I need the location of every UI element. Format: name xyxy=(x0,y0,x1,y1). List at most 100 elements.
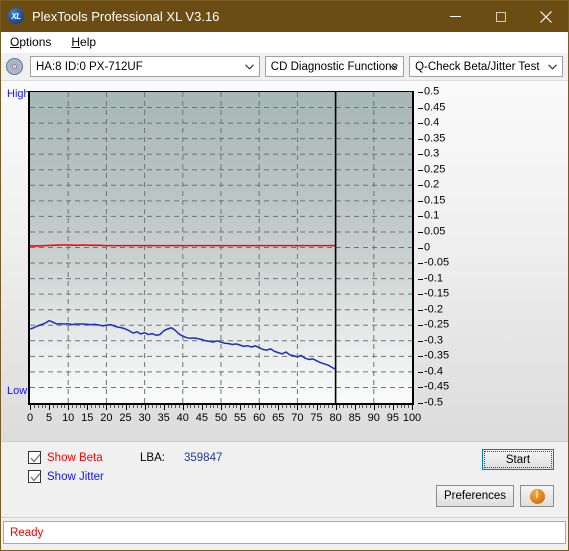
y-axis-tick xyxy=(418,263,423,265)
x-axis-tick-label: 45 xyxy=(195,412,209,424)
x-axis-minor-tick xyxy=(293,405,295,408)
x-axis-minor-tick xyxy=(114,405,115,408)
x-axis-minor-tick xyxy=(72,405,73,408)
maximize-icon[interactable] xyxy=(478,1,523,32)
drive-select[interactable]: HA:8 ID:0 PX-712UF xyxy=(30,56,260,77)
y-axis-tick-label: -0.4 xyxy=(424,365,443,378)
y-axis-tick xyxy=(418,294,423,296)
x-axis-minor-tick xyxy=(83,405,85,408)
x-axis-minor-tick xyxy=(129,405,131,408)
x-axis-tick-label: 65 xyxy=(272,412,285,424)
x-axis-minor-tick xyxy=(312,405,314,408)
x-axis-minor-tick xyxy=(140,405,142,408)
menu-item-help[interactable]: Help xyxy=(69,34,98,50)
x-axis-minor-tick xyxy=(320,405,322,408)
x-axis-minor-tick xyxy=(251,405,253,408)
x-axis-labels: 0 5 10 15 20 25 30 35 40 45 50 55 60 65 70 75 80 85 90 95 10… xyxy=(26,405,421,435)
info-button[interactable]: i xyxy=(520,485,554,507)
x-axis-tick xyxy=(316,405,318,410)
x-axis-minor-tick xyxy=(37,405,39,408)
x-axis-tick-label: 60 xyxy=(253,412,266,424)
y-axis-tick xyxy=(418,200,423,202)
plot-area[interactable] xyxy=(28,91,414,405)
show-jitter-row[interactable]: Show Jitter xyxy=(28,470,104,483)
x-axis-minor-tick xyxy=(285,405,287,408)
x-axis-minor-tick xyxy=(404,405,406,408)
x-axis-minor-tick xyxy=(41,405,43,408)
y-axis-tick xyxy=(418,232,423,233)
drive-select-value: HA:8 ID:0 PX-712UF xyxy=(36,60,143,73)
x-axis-minor-tick xyxy=(56,405,58,408)
y-axis-tick-label: -0.2 xyxy=(424,303,443,316)
y-axis-tick xyxy=(418,123,423,125)
show-beta-row[interactable]: Show Beta xyxy=(28,451,103,464)
x-axis-minor-tick xyxy=(75,405,77,408)
x-axis-minor-tick xyxy=(328,405,329,408)
y-axis-tick xyxy=(418,309,423,311)
x-axis-minor-tick xyxy=(45,405,47,408)
menu-item-options[interactable]: Options xyxy=(8,34,53,50)
x-axis-tick-label: 70 xyxy=(291,412,304,424)
show-beta-label: Show Beta xyxy=(47,451,103,464)
x-axis-minor-tick xyxy=(91,405,93,408)
status-bar: Ready xyxy=(3,521,566,544)
x-axis-minor-tick xyxy=(324,405,326,408)
x-axis-minor-tick xyxy=(167,405,169,408)
show-beta-checkbox[interactable] xyxy=(28,451,41,464)
x-axis-minor-tick xyxy=(175,405,177,408)
y-axis-tick-label: 0.05 xyxy=(424,225,446,238)
function-select[interactable]: CD Diagnostic Functions xyxy=(264,56,405,77)
menu-options-rest: ptions xyxy=(19,35,52,49)
x-axis-minor-tick xyxy=(247,405,249,408)
x-axis-minor-tick xyxy=(190,405,192,408)
preferences-button-label: Preferences xyxy=(443,490,506,502)
x-axis-minor-tick xyxy=(358,405,360,408)
y-axis-labels: 0.5 0.45 0.4 0.35 0.3 0.25 0.2 0.15 0.1 0.05 0 -0.0… xyxy=(418,86,464,408)
y-axis-tick-label: -0.15 xyxy=(424,287,450,300)
x-axis-minor-tick xyxy=(370,405,371,408)
x-axis-minor-tick xyxy=(33,405,35,408)
preferences-button[interactable]: Preferences xyxy=(436,485,514,507)
x-axis-tick-label: 90 xyxy=(367,412,380,424)
title-bar: XL PlexTools Professional XL V3.16 xyxy=(1,1,568,32)
x-axis-minor-tick xyxy=(52,405,54,408)
y-axis-tick xyxy=(418,247,423,249)
x-axis-minor-tick xyxy=(362,405,364,408)
y-axis-tick xyxy=(418,185,423,187)
menu-help-rest: elp xyxy=(80,35,97,49)
x-axis-minor-tick xyxy=(156,405,158,408)
close-icon[interactable] xyxy=(523,1,568,32)
app-icon: XL xyxy=(8,8,24,24)
test-select-value: Q-Check Beta/Jitter Test xyxy=(415,60,540,73)
x-axis-minor-tick xyxy=(186,405,188,408)
x-axis-minor-tick xyxy=(289,405,291,408)
test-select[interactable]: Q-Check Beta/Jitter Test xyxy=(409,56,563,77)
start-button[interactable]: Start xyxy=(482,449,554,470)
minimize-icon[interactable] xyxy=(433,1,478,32)
x-axis-minor-tick xyxy=(171,405,173,408)
y-axis-tick-label: -0.45 xyxy=(424,380,450,393)
y-axis-tick-label: -0.3 xyxy=(424,334,443,347)
y-axis-tick-label: 0.25 xyxy=(424,163,446,176)
controls-panel: Show Beta Show Jitter LBA: 359847 Start … xyxy=(1,442,568,518)
x-axis-minor-tick xyxy=(79,405,81,408)
x-axis-tick-label: 0 xyxy=(26,412,34,424)
x-axis-tick xyxy=(412,405,413,410)
x-axis-tick xyxy=(68,405,70,410)
x-axis-minor-tick xyxy=(217,405,219,408)
x-axis-tick xyxy=(373,405,375,410)
x-axis-minor-tick xyxy=(121,405,123,408)
x-axis-tick-label: 95 xyxy=(386,412,400,424)
x-axis-minor-tick xyxy=(137,405,138,408)
x-axis-tick xyxy=(163,405,165,410)
x-axis-tick xyxy=(354,405,356,410)
y-axis-tick-label: -0.35 xyxy=(424,349,450,362)
show-jitter-checkbox[interactable] xyxy=(28,470,41,483)
x-axis-minor-tick xyxy=(133,405,135,408)
disc-icon xyxy=(6,58,23,75)
x-axis-minor-tick xyxy=(274,405,276,408)
y-axis-tick-label: -0.1 xyxy=(424,272,443,285)
lba-value: 359847 xyxy=(184,452,223,464)
y-axis-tick-label: -0.25 xyxy=(424,318,450,331)
plot-canvas xyxy=(28,91,414,405)
